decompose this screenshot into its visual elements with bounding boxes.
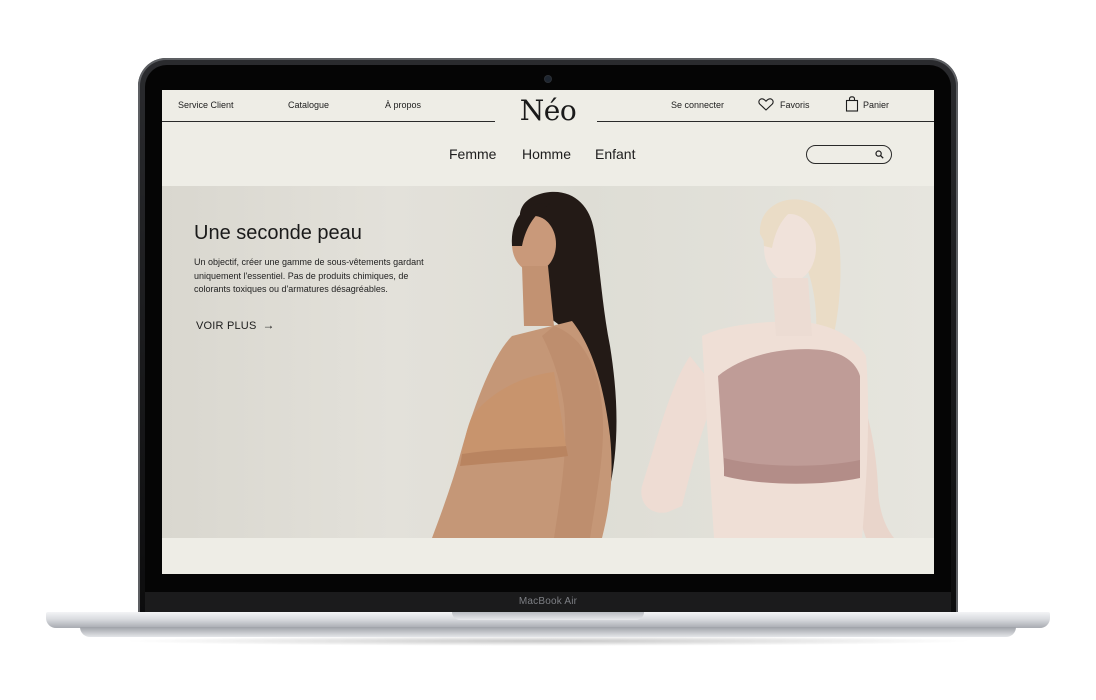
content-strip <box>162 538 934 574</box>
arrow-right-icon: → <box>262 318 275 332</box>
laptop-base-bottom <box>80 627 1016 637</box>
laptop-notch <box>452 612 644 620</box>
top-bar: Service Client Catalogue À propos Se con… <box>162 90 934 127</box>
model-left-figure <box>432 191 617 538</box>
voir-plus-label: VOIR PLUS <box>196 320 257 332</box>
webcam-icon <box>545 76 551 82</box>
website-screen: Service Client Catalogue À propos Se con… <box>162 90 934 574</box>
nav-enfant[interactable]: Enfant <box>595 146 635 162</box>
hero-banner: Une seconde peau Un objectif, créer une … <box>162 186 934 538</box>
search-box[interactable] <box>806 145 892 164</box>
search-icon[interactable] <box>875 150 884 159</box>
voir-plus-link[interactable]: VOIR PLUS → <box>196 318 275 332</box>
hero-title: Une seconde peau <box>194 222 362 244</box>
laptop-shadow <box>120 636 976 646</box>
device-label: MacBook Air <box>518 596 578 607</box>
nav-homme[interactable]: Homme <box>522 146 571 162</box>
site-logo[interactable]: Néo <box>162 94 934 127</box>
nav-femme[interactable]: Femme <box>449 146 496 162</box>
model-right-figure <box>641 199 894 538</box>
search-input[interactable] <box>815 148 871 161</box>
hero-description: Un objectif, créer une gamme de sous-vêt… <box>194 257 424 294</box>
